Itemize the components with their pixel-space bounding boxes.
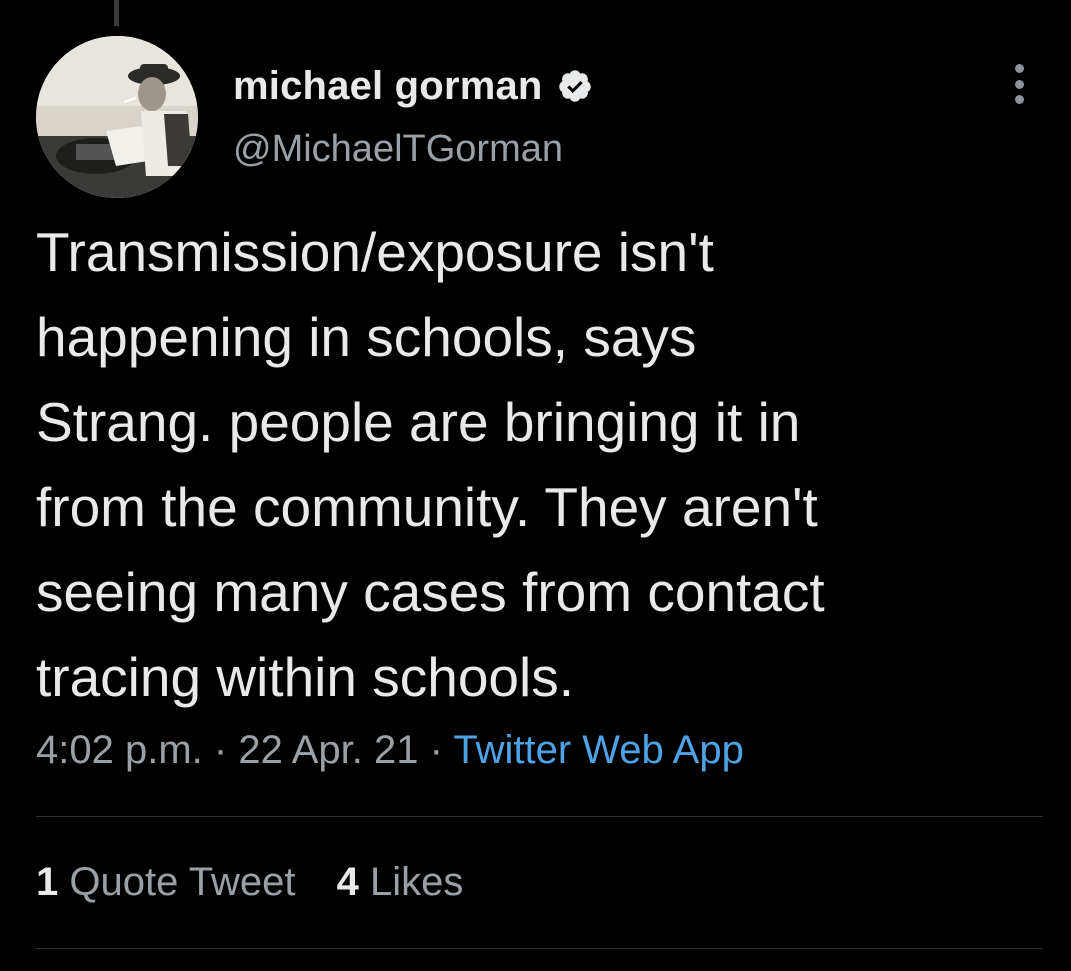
tweet-stats: 1 Quote Tweet 4 Likes bbox=[36, 860, 493, 905]
divider bbox=[36, 816, 1043, 817]
quote-label: Quote Tweet bbox=[69, 860, 296, 904]
tweet-date[interactable]: 22 Apr. 21 bbox=[238, 728, 418, 772]
tweet-source-link[interactable]: Twitter Web App bbox=[453, 728, 744, 772]
thread-connector-line bbox=[114, 0, 119, 26]
tweet-metadata: 4:02 p.m. · 22 Apr. 21 · Twitter Web App bbox=[36, 728, 744, 773]
like-count: 4 bbox=[336, 860, 359, 904]
meta-separator: · bbox=[213, 728, 228, 772]
author-name-row[interactable]: michael gorman bbox=[233, 62, 593, 110]
avatar[interactable] bbox=[36, 36, 198, 198]
more-options-icon[interactable] bbox=[1004, 64, 1034, 104]
author-handle[interactable]: @MichaelTGorman bbox=[233, 128, 563, 171]
tweet-time[interactable]: 4:02 p.m. bbox=[36, 728, 203, 772]
tweet-text: Transmission/exposure isn't happening in… bbox=[36, 221, 825, 708]
quote-tweets-stat[interactable]: 1 Quote Tweet bbox=[36, 860, 307, 904]
author-display-name[interactable]: michael gorman bbox=[233, 64, 543, 109]
meta-separator: · bbox=[429, 728, 443, 772]
avatar-photo bbox=[36, 36, 198, 198]
divider bbox=[36, 948, 1043, 949]
dot bbox=[1014, 79, 1024, 89]
like-label: Likes bbox=[369, 860, 464, 904]
dot bbox=[1014, 95, 1024, 104]
dot bbox=[1014, 64, 1024, 73]
quote-count: 1 bbox=[36, 860, 59, 904]
likes-stat[interactable]: 4 Likes bbox=[337, 860, 464, 904]
verified-badge-icon bbox=[557, 68, 593, 104]
